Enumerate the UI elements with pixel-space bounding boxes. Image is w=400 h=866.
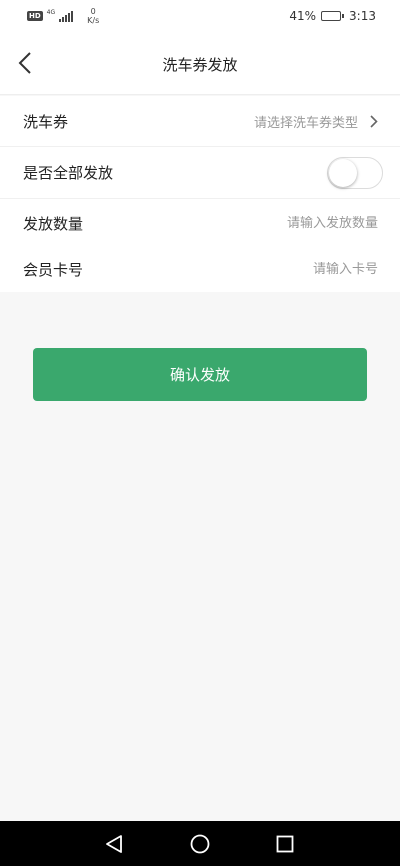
page-title: 洗车券发放 — [162, 56, 238, 74]
quantity-row: 发放数量 — [0, 199, 400, 247]
square-recents-icon[interactable] — [274, 833, 296, 855]
toggle-knob — [329, 158, 357, 187]
battery-percent: 41% — [289, 9, 317, 23]
triangle-back-icon[interactable] — [103, 833, 125, 855]
net-speed-unit: K/s — [87, 16, 100, 25]
system-nav-bar — [0, 821, 400, 866]
signal-icon — [59, 11, 74, 22]
coupon-select[interactable]: 请选择洗车券类型 — [254, 112, 378, 131]
circle-home-icon[interactable] — [189, 833, 211, 855]
issue-form: 洗车券 请选择洗车券类型 是否全部发放 发放数量 会员卡号 — [0, 96, 400, 292]
chevron-right-icon — [370, 114, 378, 128]
member-card-input[interactable] — [218, 262, 378, 277]
confirm-issue-button[interactable]: 确认发放 — [33, 348, 367, 401]
net-speed: 0 K/s — [87, 7, 99, 25]
issue-all-toggle[interactable] — [327, 156, 383, 189]
network-type: 4G — [46, 9, 56, 16]
issue-all-row: 是否全部发放 — [0, 147, 400, 199]
member-card-label: 会员卡号 — [23, 261, 84, 279]
nav-bar: 洗车券发放 — [0, 34, 400, 95]
coupon-placeholder: 请选择洗车券类型 — [253, 115, 358, 131]
coupon-type-row[interactable]: 洗车券 请选择洗车券类型 — [0, 96, 400, 147]
net-speed-value: 0 — [90, 7, 96, 16]
issue-all-label: 是否全部发放 — [23, 164, 114, 182]
clock: 3:13 — [349, 9, 376, 23]
member-card-row: 会员卡号 — [0, 247, 400, 292]
status-right: 41% 3:13 — [289, 9, 376, 23]
quantity-input[interactable] — [218, 215, 378, 231]
hd-badge: HD — [27, 11, 43, 21]
quantity-label: 发放数量 — [23, 214, 84, 233]
status-left: HD 4G 0 K/s — [27, 7, 99, 25]
battery-icon — [321, 11, 345, 21]
coupon-label: 洗车券 — [23, 112, 69, 131]
status-bar: HD 4G 0 K/s 41% 3:13 — [0, 0, 400, 34]
